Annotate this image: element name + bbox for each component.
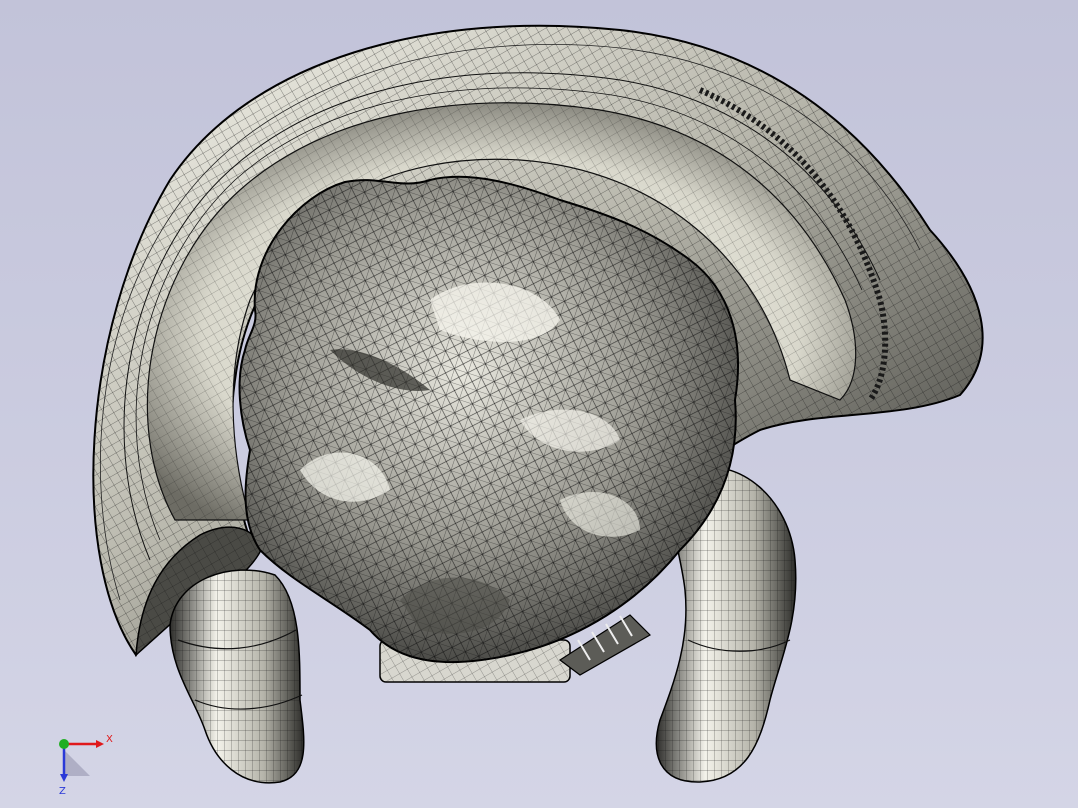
y-axis-icon: [59, 739, 69, 749]
x-axis-label: X: [106, 734, 113, 745]
central-body: [238, 175, 739, 663]
mesh-model[interactable]: [0, 0, 1078, 808]
graphics-viewport[interactable]: X Z: [0, 0, 1078, 808]
left-leg: [169, 569, 305, 784]
z-axis-label: Z: [59, 786, 66, 797]
view-triad: X Z: [59, 734, 113, 797]
